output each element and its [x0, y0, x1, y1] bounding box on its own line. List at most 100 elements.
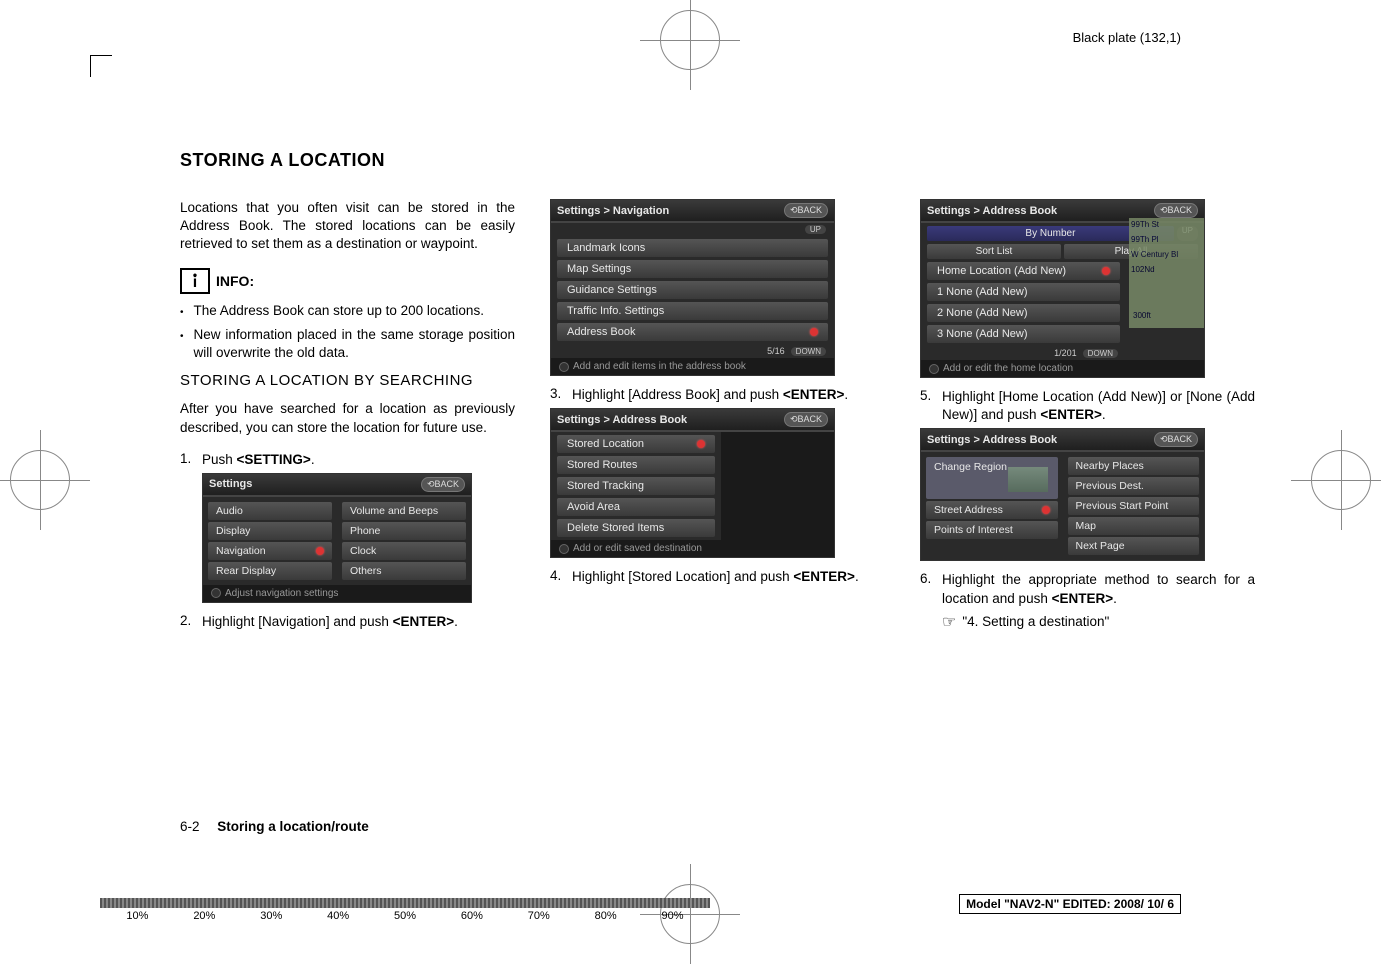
crop-mark-top-left — [90, 55, 112, 77]
settings-volume-beeps[interactable]: Volume and Beeps — [342, 502, 466, 520]
scale-60: 60% — [438, 910, 505, 922]
back-button[interactable]: ⟲BACK — [1154, 203, 1198, 218]
settings-navigation[interactable]: Navigation — [208, 542, 332, 560]
page-footer: 6-2 Storing a location/route — [180, 819, 369, 834]
screenshot-search-method: Settings > Address Book ⟲BACK Change Reg… — [920, 428, 1205, 561]
scale-30: 30% — [238, 910, 305, 922]
shot-search-title: Settings > Address Book — [927, 434, 1057, 446]
addr-stored-tracking[interactable]: Stored Tracking — [557, 477, 715, 495]
scale-80: 80% — [572, 910, 639, 922]
shot-list-title: Settings > Address Book — [927, 205, 1057, 217]
intro-paragraph: Locations that you often visit can be st… — [180, 199, 515, 254]
back-button[interactable]: ⟲BACK — [784, 412, 828, 427]
shot-addr-footer: Add or edit saved destination — [573, 543, 702, 554]
settings-audio[interactable]: Audio — [208, 502, 332, 520]
scale-90: 90% — [639, 910, 706, 922]
previous-dest[interactable]: Previous Dest. — [1068, 477, 1200, 495]
step-5-text: Highlight [Home Location (Add New)] or [… — [942, 388, 1255, 424]
info-bullets: The Address Book can store up to 200 loc… — [180, 302, 515, 363]
nav-address-book[interactable]: Address Book — [557, 323, 828, 341]
info-header: i INFO: — [180, 268, 515, 294]
addr-delete-stored[interactable]: Delete Stored Items — [557, 519, 715, 537]
info-label: INFO: — [216, 273, 254, 289]
scale-20: 20% — [171, 910, 238, 922]
section-title: STORING A LOCATION — [180, 150, 1255, 171]
home-location-row[interactable]: Home Location (Add New) — [927, 262, 1120, 280]
knob-icon — [559, 544, 569, 554]
step-6: 6. Highlight the appropriate method to s… — [920, 571, 1255, 607]
down-button[interactable]: DOWN — [1083, 349, 1118, 358]
knob-icon — [929, 364, 939, 374]
step-2-text: Highlight [Navigation] and push <ENTER>. — [202, 613, 515, 631]
addr-avoid-area[interactable]: Avoid Area — [557, 498, 715, 516]
registration-mark-right — [1301, 440, 1381, 520]
nav-landmark-icons[interactable]: Landmark Icons — [557, 239, 828, 257]
model-box: Model "NAV2-N" EDITED: 2008/ 10/ 6 — [959, 894, 1181, 914]
settings-clock[interactable]: Clock — [342, 542, 466, 560]
step-6-number: 6. — [920, 571, 942, 607]
next-page[interactable]: Next Page — [1068, 537, 1200, 555]
down-button[interactable]: DOWN — [791, 347, 826, 356]
nav-map-settings[interactable]: Map Settings — [557, 260, 828, 278]
shot-addr-title: Settings > Address Book — [557, 414, 687, 426]
scale-10: 10% — [104, 910, 171, 922]
change-region[interactable]: Change Region — [926, 457, 1058, 499]
step-1-text: Push <SETTING>. — [202, 451, 515, 469]
addr-stored-location[interactable]: Stored Location — [557, 435, 715, 453]
screenshot-address-book: Settings > Address Book ⟲BACK Stored Loc… — [550, 408, 835, 558]
nearby-places[interactable]: Nearby Places — [1068, 457, 1200, 475]
shot-nav-title: Settings > Navigation — [557, 205, 669, 217]
back-button[interactable]: ⟲BACK — [784, 203, 828, 218]
screenshot-settings: Settings ⟲BACK Audio Display Navigation … — [202, 473, 472, 603]
step-2: 2. Highlight [Navigation] and push <ENTE… — [180, 613, 515, 631]
list-row-2[interactable]: 2 None (Add New) — [927, 304, 1120, 322]
bullet-2: New information placed in the same stora… — [194, 326, 515, 362]
previous-start-point[interactable]: Previous Start Point — [1068, 497, 1200, 515]
settings-others[interactable]: Others — [342, 562, 466, 580]
step-3-text: Highlight [Address Book] and push <ENTER… — [572, 386, 885, 404]
settings-display[interactable]: Display — [208, 522, 332, 540]
info-icon: i — [180, 268, 210, 294]
step-4: 4. Highlight [Stored Location] and push … — [550, 568, 885, 586]
shot-nav-footer: Add and edit items in the address book — [573, 361, 746, 372]
map-preview: 99Th St 99Th Pl W Century Bl 102Nd 300ft — [1129, 218, 1204, 328]
reference-text: "4. Setting a destination" — [962, 614, 1109, 629]
scale-50: 50% — [372, 910, 439, 922]
knob-icon — [211, 588, 221, 598]
subsection-paragraph: After you have searched for a location a… — [180, 400, 515, 436]
map[interactable]: Map — [1068, 517, 1200, 535]
settings-rear-display[interactable]: Rear Display — [208, 562, 332, 580]
scale-bar: 10% 20% 30% 40% 50% 60% 70% 80% 90% — [100, 898, 710, 924]
step-2-number: 2. — [180, 613, 202, 631]
scale-70: 70% — [505, 910, 572, 922]
addr-stored-routes[interactable]: Stored Routes — [557, 456, 715, 474]
knob-icon — [559, 362, 569, 372]
sort-list-button[interactable]: Sort List — [927, 244, 1061, 259]
column-2: Settings > Navigation ⟲BACK UP Landmark … — [550, 199, 885, 635]
points-of-interest[interactable]: Points of Interest — [926, 521, 1058, 539]
step-1: 1. Push <SETTING>. — [180, 451, 515, 469]
back-button[interactable]: ⟲BACK — [421, 477, 465, 492]
back-button[interactable]: ⟲BACK — [1154, 432, 1198, 447]
screenshot-navigation: Settings > Navigation ⟲BACK UP Landmark … — [550, 199, 835, 376]
settings-phone[interactable]: Phone — [342, 522, 466, 540]
street-address[interactable]: Street Address — [926, 501, 1058, 519]
step-1-number: 1. — [180, 451, 202, 469]
step-4-number: 4. — [550, 568, 572, 586]
page-footer-title: Storing a location/route — [217, 819, 369, 834]
reference-icon: ☞ — [942, 612, 956, 632]
list-row-1[interactable]: 1 None (Add New) — [927, 283, 1120, 301]
column-1: Locations that you often visit can be st… — [180, 199, 515, 635]
pager-text: 1/201 — [1054, 348, 1077, 358]
registration-mark-top — [650, 0, 730, 80]
scale-40: 40% — [305, 910, 372, 922]
shot-settings-title: Settings — [209, 478, 252, 490]
nav-traffic-info[interactable]: Traffic Info. Settings — [557, 302, 828, 320]
up-button[interactable]: UP — [805, 225, 826, 234]
list-row-3[interactable]: 3 None (Add New) — [927, 325, 1120, 343]
step-3-number: 3. — [550, 386, 572, 404]
shot-settings-footer: Adjust navigation settings — [225, 588, 338, 599]
bullet-1: The Address Book can store up to 200 loc… — [194, 302, 515, 320]
step-4-text: Highlight [Stored Location] and push <EN… — [572, 568, 885, 586]
nav-guidance-settings[interactable]: Guidance Settings — [557, 281, 828, 299]
